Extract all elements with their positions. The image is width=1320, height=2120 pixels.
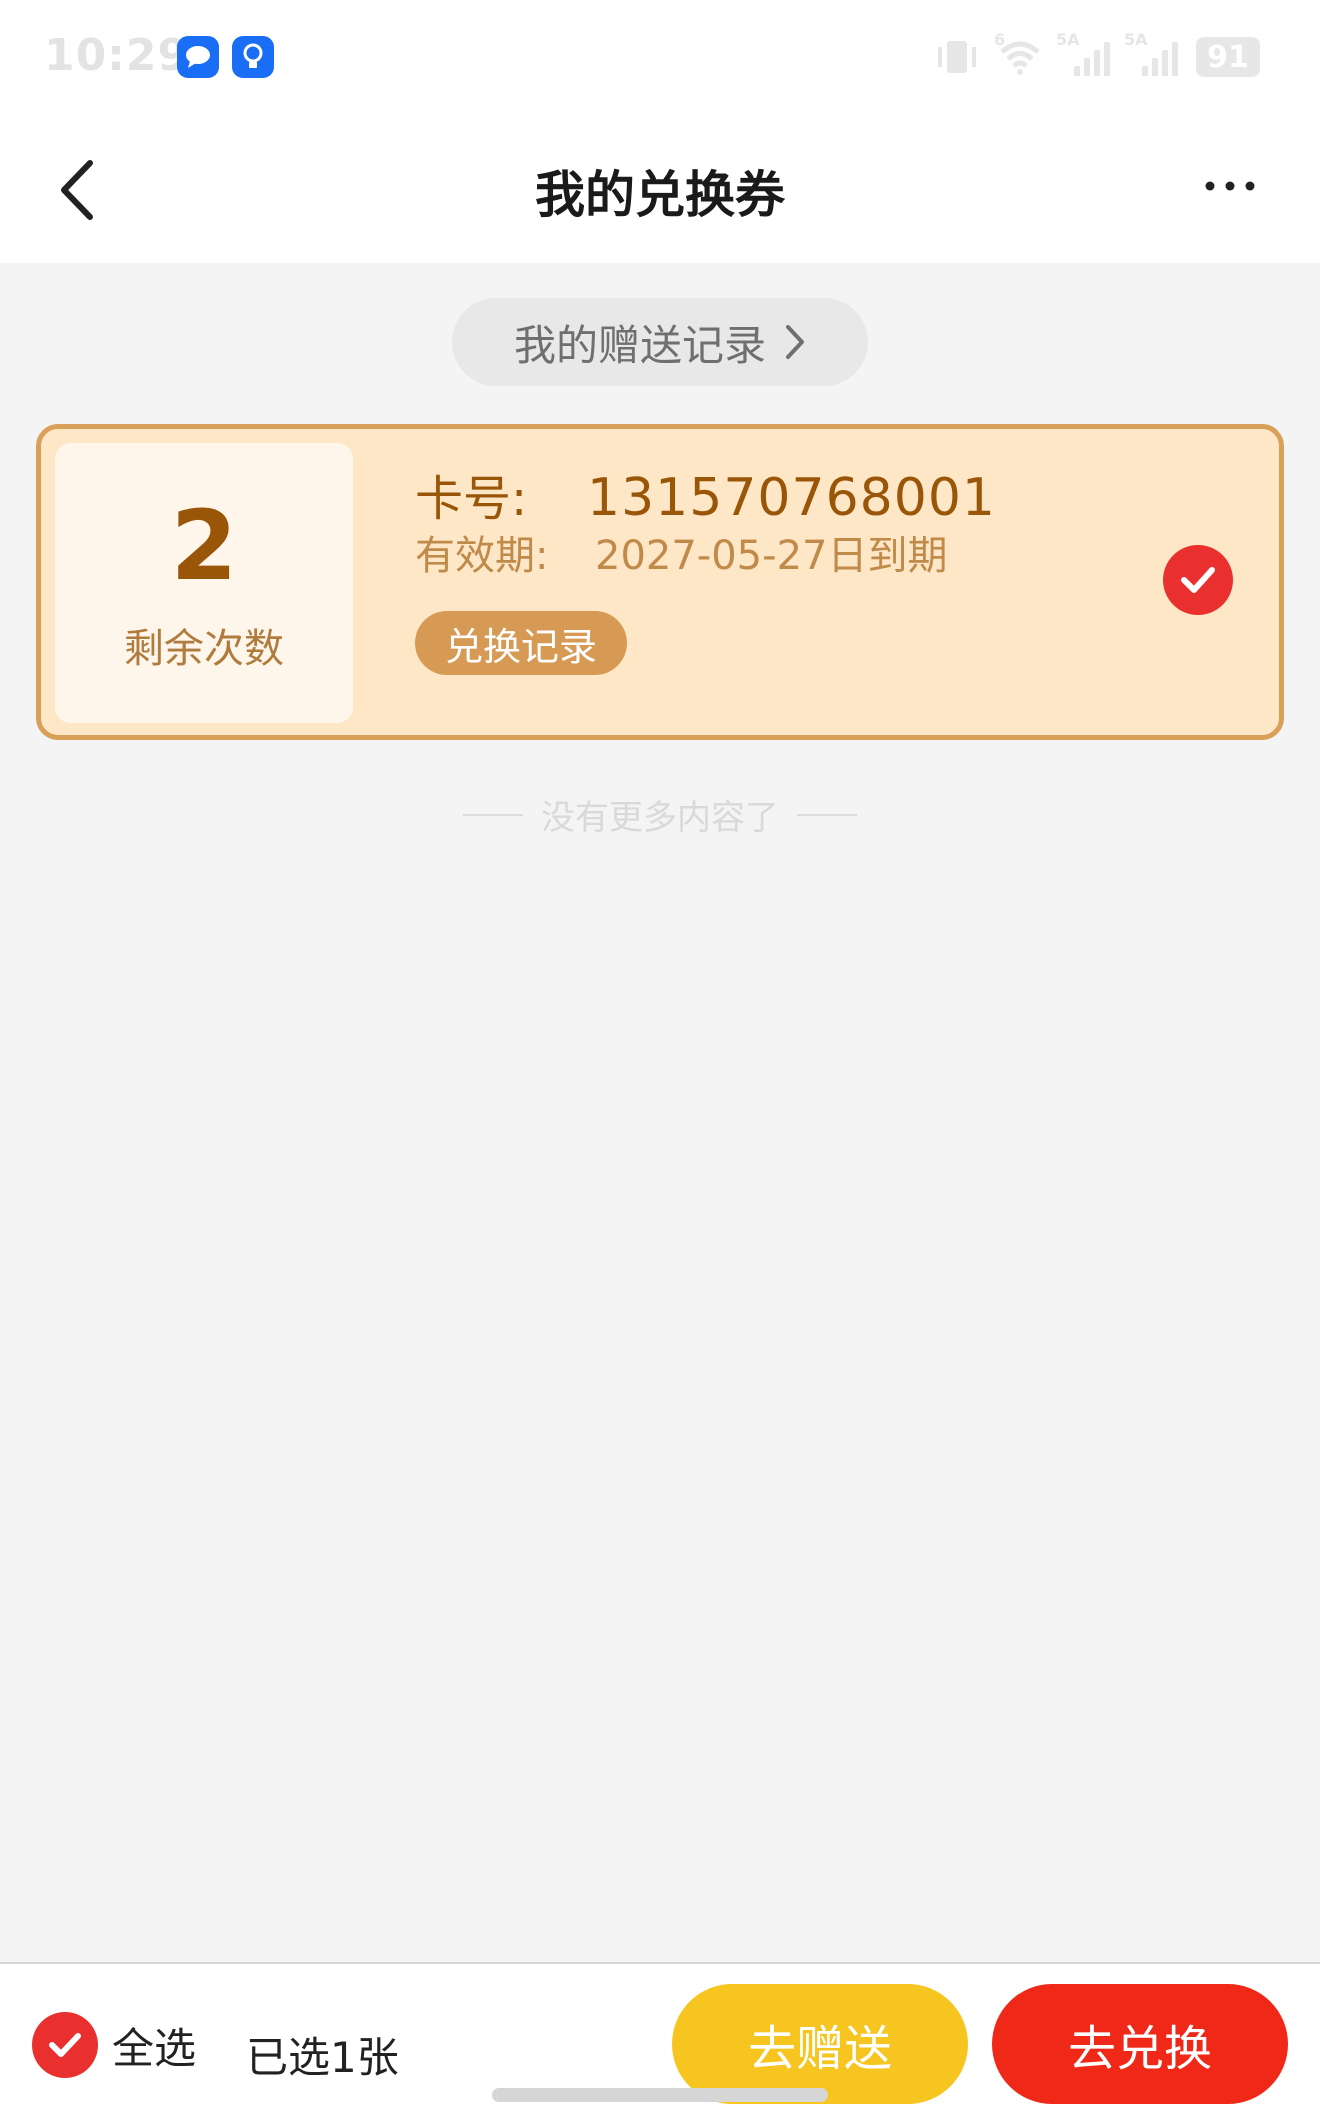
status-indicators: 6 5A 5A 91: [934, 30, 1260, 80]
select-all-label: 全选: [112, 2023, 197, 2073]
expiry-row: 有效期: 2027-05-27日到期: [415, 523, 947, 581]
card-number-label: 卡号:: [415, 471, 528, 527]
remaining-count-label: 剩余次数: [124, 626, 284, 672]
battery-indicator: 91: [1196, 37, 1260, 77]
selected-count: 已选1张: [246, 2033, 399, 2082]
expiry-value: 2027-05-27日到期: [595, 533, 948, 579]
cellular-signal-icon: 5A: [1056, 30, 1110, 76]
nav-bar: 我的兑换券: [0, 115, 1320, 263]
redeem-button[interactable]: 去兑换: [992, 1984, 1288, 2104]
page-title: 我的兑换券: [535, 166, 785, 224]
wifi-icon: 6: [994, 30, 1042, 76]
cellular-signal-icon: 5A: [1124, 30, 1178, 76]
voucher-select-checkbox[interactable]: [1163, 545, 1233, 615]
divider: [797, 813, 857, 816]
status-time: 10:29: [44, 30, 190, 81]
more-options-icon[interactable]: [1200, 171, 1260, 201]
gift-button[interactable]: 去赠送: [672, 1984, 968, 2104]
card-number-row: 卡号: 131570768001: [415, 459, 996, 529]
redeem-record-button[interactable]: 兑换记录: [415, 611, 627, 675]
card-number-value: 131570768001: [587, 468, 997, 528]
select-all-checkbox[interactable]: [32, 2012, 98, 2078]
select-all-toggle[interactable]: 全选: [32, 2012, 196, 2078]
chevron-right-icon: [786, 325, 804, 359]
home-indicator[interactable]: [492, 2088, 828, 2102]
checkmark-icon: [49, 2033, 81, 2057]
remaining-count: 2: [170, 490, 238, 602]
checkmark-icon: [1181, 567, 1215, 593]
lightbulb-app-icon: [232, 36, 274, 78]
screen: 10:29 6 5A 5A 91 我的兑换券 我的赠送记录 2 剩余次数 卡号:…: [0, 0, 1320, 2120]
divider: [463, 813, 523, 816]
vibrate-icon: [938, 41, 976, 73]
remaining-count-box: 2 剩余次数: [55, 443, 353, 723]
list-end-text: 没有更多内容了: [541, 798, 779, 838]
gift-record-link[interactable]: 我的赠送记录: [452, 298, 868, 386]
status-bar: 10:29 6 5A 5A 91: [0, 0, 1320, 115]
voucher-card[interactable]: 2 剩余次数 卡号: 131570768001 有效期: 2027-05-27日…: [36, 424, 1284, 740]
message-app-icon: [177, 36, 219, 78]
list-end-indicator: 没有更多内容了: [0, 790, 1320, 839]
expiry-label: 有效期:: [415, 533, 549, 579]
gift-record-label: 我的赠送记录: [513, 320, 766, 370]
